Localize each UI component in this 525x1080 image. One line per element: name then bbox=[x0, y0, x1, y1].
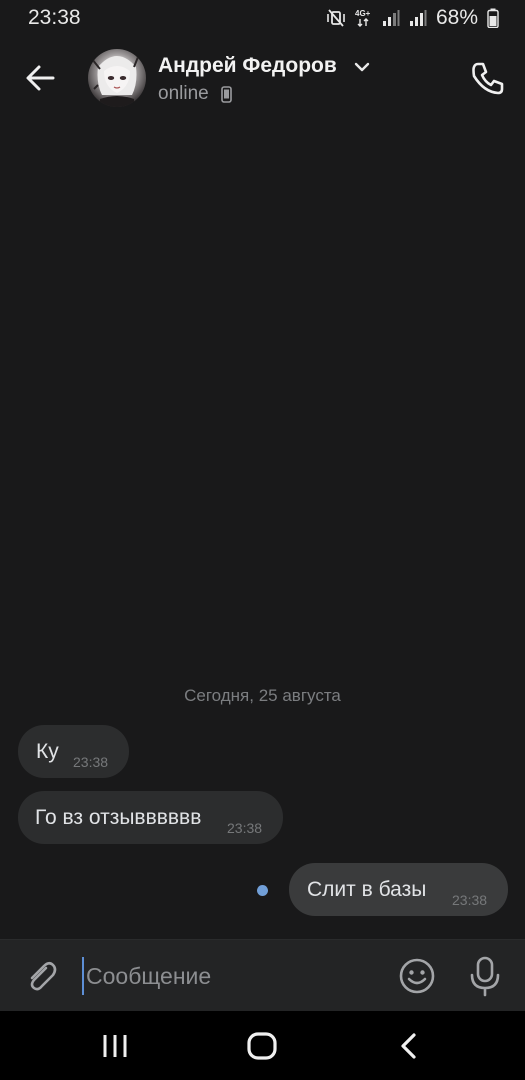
message-input[interactable] bbox=[82, 957, 376, 995]
battery-percent: 68% bbox=[435, 6, 478, 29]
message-time: 23:38 bbox=[452, 892, 488, 908]
message-outgoing[interactable]: Слит в базы 23:38 bbox=[289, 863, 508, 916]
phone-icon bbox=[472, 62, 504, 95]
message-composer bbox=[0, 939, 525, 1011]
microphone-icon[interactable] bbox=[466, 955, 504, 1002]
back-arrow-icon bbox=[26, 65, 55, 91]
message-time: 23:38 bbox=[227, 820, 263, 836]
message-incoming[interactable]: Ку 23:38 bbox=[18, 725, 129, 778]
message-text: Го вз отзывввввв bbox=[35, 806, 202, 829]
message-time: 23:38 bbox=[73, 754, 109, 770]
svg-text:4G+: 4G+ bbox=[355, 9, 371, 18]
date-separator: Сегодня, 25 августа bbox=[184, 686, 341, 705]
system-nav-bar bbox=[0, 1011, 525, 1080]
chevron-down-icon[interactable] bbox=[354, 60, 370, 78]
battery-icon bbox=[487, 8, 499, 28]
status-bar: 23:38 4G+ 68% bbox=[0, 0, 525, 36]
emoji-icon[interactable] bbox=[398, 957, 436, 1000]
signal-icon bbox=[409, 9, 427, 27]
back-icon[interactable] bbox=[396, 1031, 422, 1066]
home-icon[interactable] bbox=[246, 1031, 278, 1066]
back-button[interactable] bbox=[20, 58, 60, 98]
message-text: Слит в базы bbox=[307, 878, 427, 901]
mobile-device-icon bbox=[221, 86, 232, 108]
status-icons: 4G+ 68% bbox=[326, 6, 499, 30]
status-time: 23:38 bbox=[28, 6, 81, 29]
unread-indicator bbox=[257, 885, 268, 896]
contact-name[interactable]: Андрей Федоров bbox=[158, 54, 337, 78]
mute-vibrate-icon bbox=[326, 8, 346, 28]
chat-header: Андрей Федоров online bbox=[0, 40, 525, 116]
paperclip-icon[interactable] bbox=[22, 957, 60, 1000]
message-incoming[interactable]: Го вз отзывввввв 23:38 bbox=[18, 791, 283, 844]
call-button[interactable] bbox=[468, 58, 508, 98]
recent-apps-icon[interactable] bbox=[100, 1033, 130, 1064]
contact-status: online bbox=[158, 83, 209, 104]
network-4g-icon: 4G+ bbox=[355, 8, 373, 28]
signal-icon bbox=[382, 9, 400, 27]
avatar[interactable] bbox=[88, 49, 146, 107]
message-text: Ку bbox=[36, 740, 59, 763]
